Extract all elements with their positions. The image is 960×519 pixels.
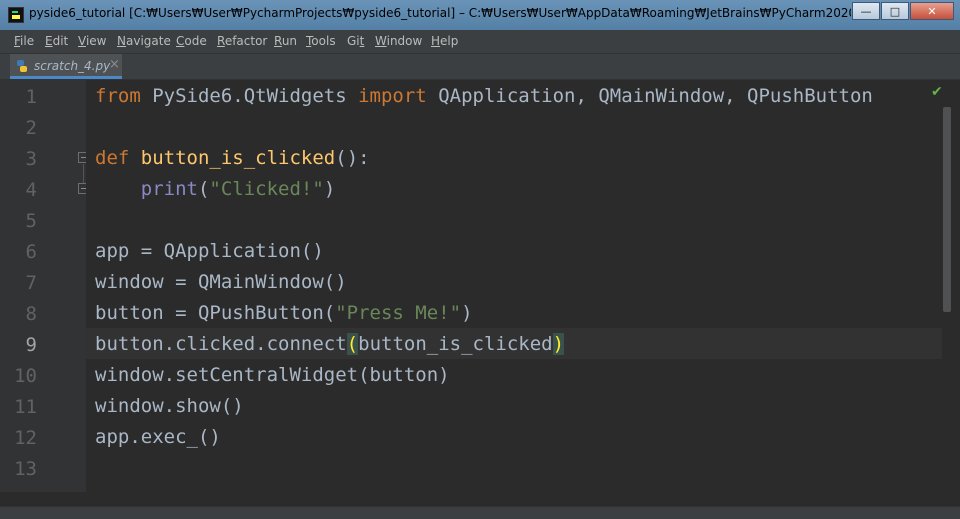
menu-run[interactable]: Run [274, 34, 297, 48]
line-number: 8 [25, 303, 37, 325]
matched-close-paren: ) [552, 333, 565, 355]
code-line-4: print("Clicked!") [140, 178, 336, 200]
menu-tools[interactable]: Tools [306, 34, 336, 48]
editor-tab-bar: scratch_4.py × [0, 54, 960, 80]
tab-close-icon[interactable]: × [109, 57, 120, 72]
line-number-current: 9 [25, 334, 37, 356]
menu-window[interactable]: Window [375, 34, 422, 48]
line-number: 4 [25, 179, 37, 201]
menu-git[interactable]: Git [347, 34, 364, 48]
close-button[interactable]: ✕ [910, 2, 954, 20]
line-number: 6 [25, 241, 37, 263]
code-line-7: window = QMainWindow() [95, 271, 347, 293]
line-number: 1 [25, 86, 37, 108]
window-titlebar[interactable]: pyside6_tutorial [C:₩Users₩User₩PycharmP… [0, 0, 960, 30]
line-number: 10 [14, 365, 37, 387]
code-line-1: from PySide6.QtWidgets import QApplicati… [95, 85, 873, 107]
matched-open-paren: ( [346, 333, 359, 355]
menu-file[interactable]: File [14, 34, 34, 48]
line-number: 11 [14, 396, 37, 418]
menu-view[interactable]: View [78, 34, 106, 48]
code-line-12: app.exec_() [95, 426, 221, 448]
menu-code[interactable]: Code [176, 34, 207, 48]
code-line-9: button.clicked.connect(button_is_clicked… [95, 333, 565, 355]
pycharm-app-icon[interactable] [8, 7, 24, 23]
tab-label: scratch_4.py [34, 59, 111, 73]
window-controls: — □ ✕ [851, 2, 954, 20]
line-number-gutter[interactable]: 1 2 3 4 5 6 7 8 9 10 11 12 13 [0, 80, 89, 492]
menu-refactor[interactable]: Refactor [217, 34, 267, 48]
horizontal-scroll-area[interactable] [0, 492, 960, 506]
code-line-3: def button_is_clicked(): [95, 147, 370, 169]
line-number: 5 [25, 210, 37, 232]
line-number: 3 [25, 148, 37, 170]
line-number: 2 [25, 117, 37, 139]
vertical-scrollbar-thumb[interactable] [943, 107, 951, 312]
line-number: 12 [14, 427, 37, 449]
code-line-8: button = QPushButton("Press Me!") [95, 302, 473, 324]
menu-help[interactable]: Help [431, 34, 458, 48]
code-line-11: window.show() [95, 395, 244, 417]
menu-navigate[interactable]: Navigate [117, 34, 171, 48]
menu-bar: File Edit View Navigate Code Refactor Ru… [0, 30, 960, 54]
python-file-icon [17, 60, 27, 72]
window-title: pyside6_tutorial [C:₩Users₩User₩PycharmP… [29, 6, 851, 20]
inspection-ok-check-icon[interactable]: ✔ [931, 84, 943, 100]
code-line-6: app = QApplication() [95, 240, 324, 262]
code-editor[interactable]: from PySide6.QtWidgets import QApplicati… [86, 80, 944, 492]
menu-edit[interactable]: Edit [45, 34, 68, 48]
minimize-button[interactable]: — [852, 2, 880, 20]
maximize-button[interactable]: □ [881, 2, 909, 20]
line-number: 7 [25, 272, 37, 294]
status-bar [0, 506, 960, 519]
fold-guide-line [83, 164, 84, 184]
tab-scratch-4[interactable]: scratch_4.py × [10, 54, 122, 79]
line-number: 13 [14, 458, 37, 480]
code-line-10: window.setCentralWidget(button) [95, 364, 450, 386]
